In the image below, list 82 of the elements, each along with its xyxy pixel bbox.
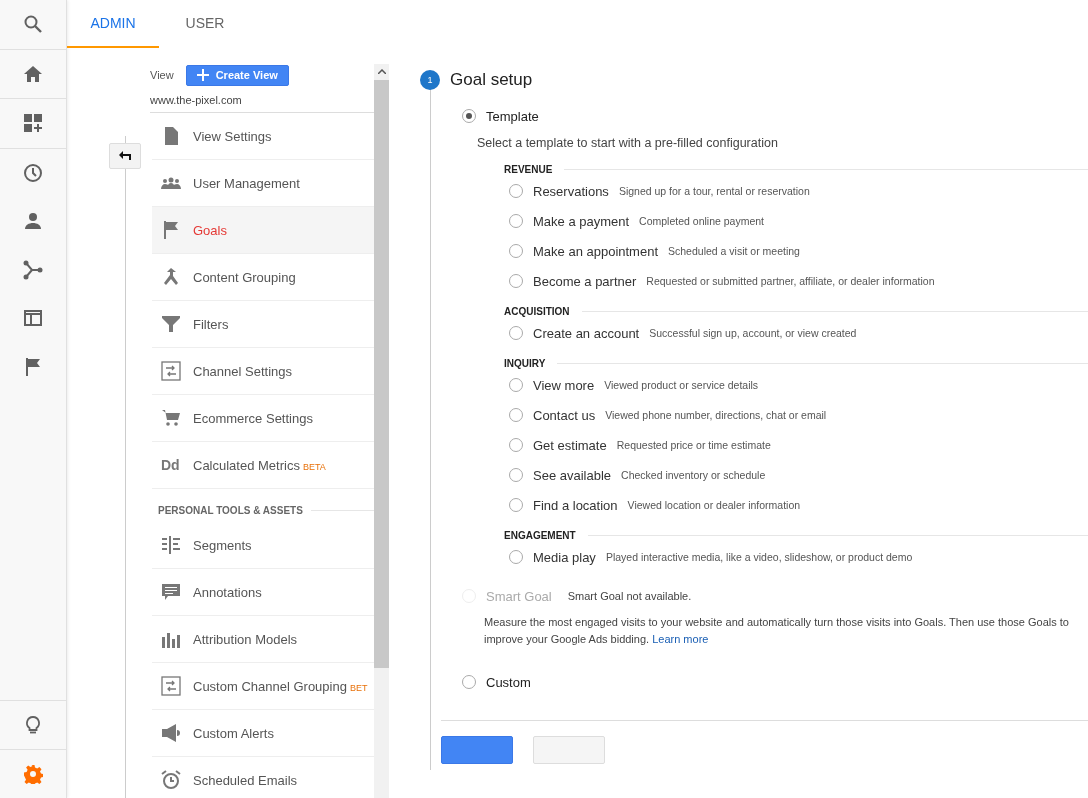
template-label: Create an account bbox=[533, 325, 640, 341]
category-heading: ACQUISITION bbox=[504, 305, 570, 317]
comment-icon bbox=[161, 582, 181, 602]
radio-button[interactable] bbox=[462, 675, 476, 689]
template-label: Contact us bbox=[533, 407, 596, 423]
template-label: Become a partner bbox=[533, 273, 637, 289]
template-description: Played interactive media, like a video, slideshow, or product demo bbox=[605, 551, 913, 563]
template-description: Successful sign up, account, or view created bbox=[649, 327, 857, 339]
flag-icon bbox=[161, 220, 181, 240]
step-number: 1 bbox=[420, 70, 440, 90]
radio-button[interactable] bbox=[509, 274, 523, 288]
category-heading: INQUIRY bbox=[504, 357, 546, 369]
lightbulb-icon[interactable] bbox=[23, 715, 43, 735]
radio-button[interactable] bbox=[509, 326, 523, 340]
template-label: View more bbox=[533, 377, 595, 393]
alarm-icon bbox=[161, 770, 181, 790]
template-description: Requested or submitted partner, affiliate, or dealer information bbox=[646, 275, 935, 287]
radio-button[interactable] bbox=[509, 438, 523, 452]
share-icon[interactable] bbox=[23, 259, 43, 280]
segments-icon bbox=[161, 535, 181, 555]
plus-icon bbox=[196, 69, 209, 81]
menu-item[interactable]: Goals bbox=[152, 207, 374, 254]
radio-button[interactable] bbox=[509, 378, 523, 392]
template-label: Make a payment bbox=[533, 213, 630, 229]
option-description: Select a template to start with a pre-filled configuration bbox=[477, 136, 779, 150]
scrollbar[interactable] bbox=[374, 64, 389, 798]
template-label: Media play bbox=[533, 549, 596, 565]
tab[interactable]: ADMIN bbox=[67, 0, 159, 48]
section-heading: PERSONAL TOOLS & ASSETS bbox=[158, 505, 303, 516]
radio-button[interactable] bbox=[509, 408, 523, 422]
template-description: Checked inventory or schedule bbox=[621, 469, 766, 481]
create-view-button[interactable]: Create View bbox=[185, 64, 289, 86]
radio-button[interactable] bbox=[509, 214, 523, 228]
cart-icon bbox=[161, 408, 181, 428]
secondary-button[interactable] bbox=[533, 736, 605, 764]
template-label: Make an appointment bbox=[533, 243, 659, 259]
layout-icon[interactable] bbox=[23, 308, 43, 329]
search-icon[interactable] bbox=[23, 14, 43, 35]
category-heading: ENGAGEMENT bbox=[504, 529, 576, 541]
goal-setup-title: Goal setup bbox=[450, 70, 533, 90]
view-label: View bbox=[150, 69, 174, 81]
settings-icon[interactable] bbox=[23, 764, 43, 784]
radio-button[interactable] bbox=[509, 498, 523, 512]
template-label: See available bbox=[533, 467, 612, 483]
primary-button[interactable] bbox=[441, 736, 513, 764]
dd-icon: Dd bbox=[161, 457, 181, 473]
dashboard-icon[interactable] bbox=[23, 113, 43, 134]
template-description: Viewed product or service details bbox=[604, 379, 759, 391]
template-description: Completed online payment bbox=[639, 215, 765, 227]
home-icon[interactable] bbox=[23, 63, 43, 84]
option-note: Smart Goal not available. bbox=[567, 590, 692, 602]
menu-item[interactable]: View Settings bbox=[152, 113, 374, 160]
channel-icon bbox=[161, 361, 181, 381]
person-icon[interactable] bbox=[23, 211, 43, 232]
merge-icon bbox=[161, 267, 181, 287]
template-description: Scheduled a visit or meeting bbox=[668, 245, 800, 257]
radio-button[interactable] bbox=[462, 109, 476, 123]
clock-icon[interactable] bbox=[23, 162, 43, 183]
tab[interactable]: USER bbox=[159, 0, 251, 48]
filter-icon bbox=[161, 314, 181, 334]
back-button[interactable] bbox=[109, 143, 141, 169]
template-label: Get estimate bbox=[533, 437, 607, 453]
radio-button[interactable] bbox=[509, 244, 523, 258]
smart-goal-description: Measure the most engaged visits to your website and automatically turn those visits into Goals. Then use those Goals to improve your Google Ads bidding. Learn more bbox=[484, 615, 1070, 647]
radio-button[interactable] bbox=[509, 468, 523, 482]
chevron-up-icon[interactable] bbox=[377, 69, 386, 74]
template-description: Viewed phone number, directions, chat or email bbox=[605, 409, 827, 421]
option-label: Smart Goal bbox=[486, 588, 552, 604]
option-label: Custom bbox=[486, 674, 531, 690]
template-label: Find a location bbox=[533, 497, 618, 513]
radio-button[interactable] bbox=[509, 550, 523, 564]
option-label: Template bbox=[486, 108, 539, 124]
template-description: Requested price or time estimate bbox=[616, 439, 771, 451]
template-description: Signed up for a tour, rental or reservation bbox=[618, 185, 810, 197]
template-label: Reservations bbox=[533, 183, 609, 199]
category-heading: REVENUE bbox=[504, 163, 553, 175]
flag-icon[interactable] bbox=[23, 356, 43, 377]
channel-icon bbox=[161, 676, 181, 696]
megaphone-icon bbox=[161, 723, 181, 743]
radio-button[interactable] bbox=[509, 184, 523, 198]
template-description: Viewed location or dealer information bbox=[627, 499, 801, 511]
back-arrow-icon bbox=[118, 151, 132, 161]
